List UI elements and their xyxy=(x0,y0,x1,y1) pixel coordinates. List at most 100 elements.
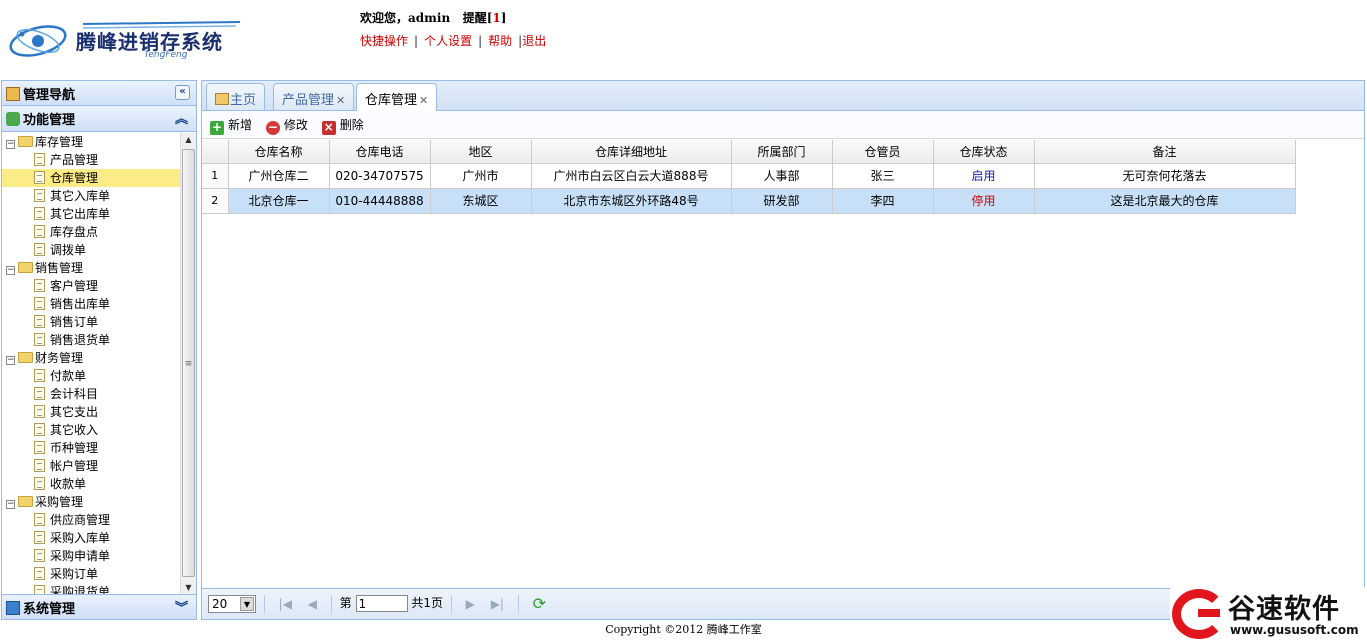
refresh-icon[interactable]: ⟳ xyxy=(533,594,546,613)
column-header[interactable]: 备注 xyxy=(1034,140,1296,164)
help-link[interactable]: 帮助 xyxy=(488,34,512,48)
tree-item-bank-accounts[interactable]: 帐户管理 xyxy=(2,457,180,475)
tree-item-purchase-request[interactable]: 采购申请单 xyxy=(2,547,180,565)
close-icon[interactable]: ✕ xyxy=(336,94,345,107)
delete-icon: × xyxy=(321,120,336,135)
tree-item-products[interactable]: 产品管理 xyxy=(2,151,180,169)
table-cell: 东城区 xyxy=(430,188,532,214)
tree-item-transfer[interactable]: 调拨单 xyxy=(2,241,180,259)
document-icon xyxy=(34,423,45,436)
tree-item-sales-out[interactable]: 销售出库单 xyxy=(2,295,180,313)
document-icon xyxy=(34,387,45,400)
table-cell: 广州市 xyxy=(430,163,532,189)
page-total: 共1页 xyxy=(411,596,443,610)
personal-settings-link[interactable]: 个人设置 xyxy=(424,34,472,48)
column-header[interactable]: 仓库电话 xyxy=(329,140,431,164)
column-header[interactable]: 所属部门 xyxy=(731,140,833,164)
tree-item-suppliers[interactable]: 供应商管理 xyxy=(2,511,180,529)
first-page-icon[interactable]: |◀ xyxy=(279,597,292,611)
scroll-down-icon[interactable]: ▼ xyxy=(181,581,196,595)
next-page-icon[interactable]: ▶ xyxy=(466,597,475,611)
column-header[interactable]: 地区 xyxy=(430,140,532,164)
welcome-prefix: 欢迎您， xyxy=(360,11,409,25)
scroll-thumb[interactable]: ≡ xyxy=(182,149,195,577)
document-icon xyxy=(34,441,45,454)
minus-icon: − xyxy=(265,120,280,135)
tree-item-other-expense[interactable]: 其它支出 xyxy=(2,403,180,421)
tree-item-other-income[interactable]: 其它收入 xyxy=(2,421,180,439)
system-panel-header[interactable]: 系统管理 ︾ xyxy=(2,594,196,619)
tree-group-finance[interactable]: − 财务管理 xyxy=(2,349,180,367)
tree-item-currency[interactable]: 币种管理 xyxy=(2,439,180,457)
folder-icon xyxy=(18,136,33,147)
func-panel-header[interactable]: 功能管理 ︽ xyxy=(2,106,196,132)
prev-page-icon[interactable]: ◀ xyxy=(308,597,317,611)
tree-group-purchase[interactable]: − 采购管理 xyxy=(2,493,180,511)
tree-group-inventory[interactable]: − 库存管理 xyxy=(2,133,180,151)
edit-button[interactable]: − 修改 xyxy=(265,116,308,135)
logout-link[interactable]: 退出 xyxy=(522,34,546,48)
tree-item-accounts[interactable]: 会计科目 xyxy=(2,385,180,403)
header: 腾峰进销存系统 TengFeng 欢迎您，admin 提醒[1] 快捷操作 | 个人… xyxy=(0,0,1367,78)
add-button[interactable]: + 新增 xyxy=(210,116,252,135)
footer-copyright: Copyright ©2012 腾峰工作室 xyxy=(605,623,762,636)
scroll-up-icon[interactable]: ▲ xyxy=(181,133,196,147)
table-cell: 020-34707575 xyxy=(329,163,431,189)
close-icon[interactable]: ✕ xyxy=(419,94,428,107)
last-page-icon[interactable]: ▶| xyxy=(491,597,504,611)
chevron-down-icon: ▼ xyxy=(240,596,254,611)
tree-item-purchase-in[interactable]: 采购入库单 xyxy=(2,529,180,547)
chevron-up-icon[interactable]: ︽ xyxy=(175,108,188,127)
page-size-select[interactable]: 20 ▼ xyxy=(208,594,256,613)
tree-item-stocktake[interactable]: 库存盘点 xyxy=(2,223,180,241)
tree-group-sales[interactable]: − 销售管理 xyxy=(2,259,180,277)
warehouse-table: 仓库名称 仓库电话 地区 仓库详细地址 所属部门 仓管员 仓库状态 备注 1 广… xyxy=(202,140,1296,214)
tree-item-receipt[interactable]: 收款单 xyxy=(2,475,180,493)
tree-item-payment[interactable]: 付款单 xyxy=(2,367,180,385)
chevron-down-icon[interactable]: ︾ xyxy=(175,597,188,616)
document-icon xyxy=(34,171,45,184)
column-header[interactable]: 仓库名称 xyxy=(228,140,330,164)
tree-item-sales-return[interactable]: 销售退货单 xyxy=(2,331,180,349)
column-header[interactable]: 仓管员 xyxy=(832,140,934,164)
tab-warehouse[interactable]: 仓库管理 ✕ xyxy=(356,83,438,111)
delete-button[interactable]: × 删除 xyxy=(321,116,364,135)
document-icon xyxy=(34,531,45,544)
table-cell: 研发部 xyxy=(731,188,833,214)
tree-item-other-in[interactable]: 其它入库单 xyxy=(2,187,180,205)
table-cell: 广州仓库二 xyxy=(228,163,330,189)
sys-title: 系统管理 xyxy=(23,602,76,617)
collapse-icon[interactable]: − xyxy=(6,140,15,149)
column-header[interactable]: 仓库状态 xyxy=(933,140,1035,164)
tab-home[interactable]: 主页 xyxy=(206,83,266,110)
tab-products[interactable]: 产品管理 ✕ xyxy=(273,83,355,110)
document-icon xyxy=(34,225,45,238)
tree-item-purchase-order[interactable]: 采购订单 xyxy=(2,565,180,583)
quick-ops-link[interactable]: 快捷操作 xyxy=(360,34,408,48)
table-cell: 无可奈何花落去 xyxy=(1034,163,1296,189)
table-row[interactable]: 1 广州仓库二 020-34707575 广州市 广州市白云区白云大道888号 … xyxy=(202,163,1296,189)
page-label: 第 xyxy=(339,596,352,610)
folder-icon xyxy=(18,262,33,273)
tree-scrollbar[interactable]: ▲ ≡ ▼ xyxy=(180,133,196,595)
document-icon xyxy=(34,477,45,490)
table-row[interactable]: 2 北京仓库一 010-44448888 东城区 北京市东城区外环路48号 研发… xyxy=(202,188,1296,214)
remind-link[interactable]: 提醒[1] xyxy=(463,11,507,25)
tree-item-other-out[interactable]: 其它出库单 xyxy=(2,205,180,223)
table-header-row: 仓库名称 仓库电话 地区 仓库详细地址 所属部门 仓管员 仓库状态 备注 xyxy=(202,140,1296,164)
table-cell: 010-44448888 xyxy=(329,188,431,214)
column-header[interactable]: 仓库详细地址 xyxy=(531,140,732,164)
main-panel: 主页 产品管理 ✕ 仓库管理 ✕ + 新增 − 修改 × 删除 仓库名称 仓库电话 地区 … xyxy=(201,80,1365,620)
collapse-icon[interactable]: − xyxy=(6,266,15,275)
tree-item-customers[interactable]: 客户管理 xyxy=(2,277,180,295)
collapse-icon[interactable]: − xyxy=(6,356,15,365)
tree-item-warehouse[interactable]: 仓库管理 xyxy=(2,169,180,187)
plus-icon: + xyxy=(210,120,224,135)
row-number: 2 xyxy=(202,188,229,214)
document-icon xyxy=(34,333,45,346)
tree-item-sales-order[interactable]: 销售订单 xyxy=(2,313,180,331)
document-icon xyxy=(34,207,45,220)
page-number-input[interactable] xyxy=(355,595,408,612)
collapse-icon[interactable]: − xyxy=(6,500,15,509)
collapse-left-button[interactable]: « xyxy=(175,85,190,100)
